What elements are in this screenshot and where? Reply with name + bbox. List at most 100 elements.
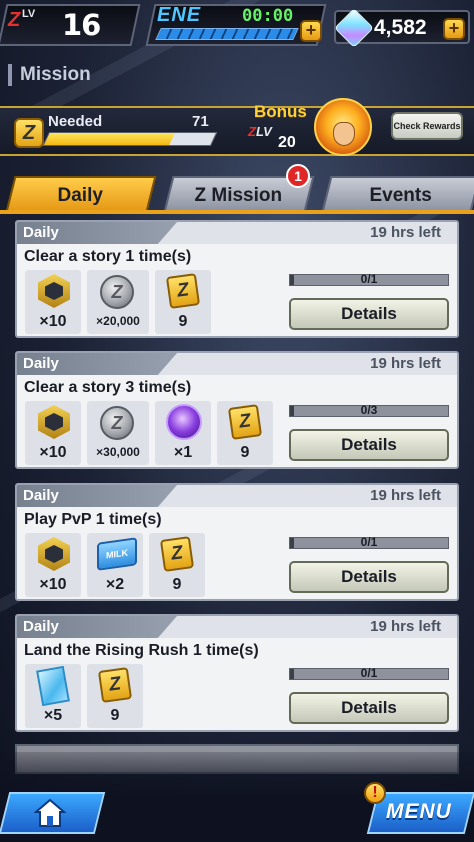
add-energy-button[interactable]: +: [300, 20, 322, 42]
bonus-zlv-label: ZLV: [248, 124, 272, 139]
z-medal-icon: Z: [227, 404, 263, 440]
reward-item[interactable]: Z ×30,000: [87, 401, 149, 465]
mission-card: Daily 19 hrs left Clear a story 3 time(s…: [15, 351, 459, 469]
check-rewards-button[interactable]: Check Rewards: [391, 112, 463, 140]
milk-crate-icon: MILK: [97, 537, 137, 571]
reward-quantity: ×2: [105, 576, 125, 593]
reward-item[interactable]: ×10: [25, 270, 81, 334]
bonus-label: Bonus: [254, 102, 307, 121]
zlv-label: LV: [22, 8, 36, 20]
reward-item[interactable]: ×1: [155, 401, 211, 465]
add-currency-button[interactable]: +: [443, 18, 465, 40]
mission-progress: 0/3: [289, 403, 449, 417]
reward-item[interactable]: ×5: [25, 664, 81, 728]
needed-progress-bar: [42, 132, 218, 146]
character-face: [333, 122, 355, 146]
reward-quantity: 9: [178, 313, 188, 330]
reward-quantity: ×5: [43, 707, 63, 724]
zeni-coin-icon: Z: [100, 275, 134, 309]
ticket-icon: [36, 665, 70, 707]
bonus-character-portrait: [314, 98, 372, 156]
card-header: Daily 19 hrs left: [17, 485, 457, 507]
reward-item[interactable]: Z ×20,000: [87, 270, 149, 334]
tab-label: Daily: [57, 185, 104, 206]
tab-label: Events: [369, 185, 432, 206]
medal-icon: [38, 537, 70, 571]
reward-quantity: ×10: [39, 444, 67, 461]
reward-item[interactable]: Z 9: [155, 270, 211, 334]
mission-card: Daily 19 hrs left Clear a story 1 time(s…: [15, 220, 459, 338]
z-medal-icon: Z: [97, 667, 133, 703]
mission-progress: 0/1: [289, 272, 449, 286]
details-button[interactable]: Details: [289, 561, 449, 593]
mission-category: Daily: [17, 485, 177, 507]
needed-label: Needed: [48, 113, 103, 130]
mission-title: Clear a story 3 time(s): [24, 379, 192, 396]
zlv-z-glyph: Z: [8, 9, 21, 31]
menu-alert-icon: !: [364, 782, 386, 804]
energy-timer: 00:00: [242, 6, 294, 26]
details-button[interactable]: Details: [289, 298, 449, 330]
needed-progress-fill: [44, 133, 175, 145]
reward-quantity: 9: [172, 576, 182, 593]
reward-item[interactable]: MILK ×2: [87, 533, 143, 597]
tab-events[interactable]: Events: [321, 176, 474, 212]
reward-quantity: 9: [240, 444, 250, 461]
progress-bar: 0/1: [289, 666, 449, 680]
details-button[interactable]: Details: [289, 692, 449, 724]
z-medal-icon: Z: [14, 118, 44, 148]
time-left: 19 hrs left: [370, 618, 441, 635]
bonus-level: 20: [278, 134, 296, 151]
mission-progress: 0/1: [289, 666, 449, 680]
needed-value: 71: [192, 113, 209, 130]
details-button[interactable]: Details: [289, 429, 449, 461]
time-left: 19 hrs left: [370, 487, 441, 504]
icon-text: MILK: [106, 547, 128, 561]
z-medal-icon: Z: [165, 273, 201, 309]
menu-label: MENU: [386, 800, 452, 823]
reward-quantity: ×30,000: [96, 445, 140, 459]
reward-list: ×5 Z 9: [25, 664, 143, 728]
card-header: Daily 19 hrs left: [17, 616, 457, 638]
time-left: 19 hrs left: [370, 355, 441, 372]
mission-category: Daily: [17, 353, 177, 375]
energy-label: ENE: [157, 4, 202, 26]
mission-card: Daily 19 hrs left Land the Rising Rush 1…: [15, 614, 459, 732]
card-header: Daily 19 hrs left: [17, 353, 457, 375]
mission-progress: 0/1: [289, 535, 449, 549]
energy-bar: [155, 28, 299, 40]
progress-text: 0/1: [360, 535, 378, 549]
reward-quantity: ×10: [39, 576, 67, 593]
progress-text: 0/1: [360, 272, 378, 286]
bonus-lv-label: LV: [255, 124, 272, 139]
mission-title: Clear a story 1 time(s): [24, 248, 192, 265]
mission-card: Daily 19 hrs left Play PvP 1 time(s) ×10…: [15, 483, 459, 601]
player-level: 16: [62, 8, 101, 42]
time-left: 19 hrs left: [370, 224, 441, 241]
reward-quantity: ×1: [173, 444, 193, 461]
reward-list: ×10 Z ×30,000 ×1 Z 9: [25, 401, 273, 465]
top-status-bar: Z LV 16 ENE 00:00 + 4,582 +: [0, 0, 474, 52]
progress-bar: 0/1: [289, 272, 449, 286]
notification-badge: 1: [286, 164, 310, 188]
currency-amount: 4,582: [374, 16, 427, 39]
tab-label: Z Mission: [194, 185, 283, 206]
reward-item[interactable]: Z 9: [149, 533, 205, 597]
medal-icon: [38, 405, 70, 439]
reward-item[interactable]: ×10: [25, 533, 81, 597]
z-medal-icon: Z: [159, 536, 195, 572]
medal-icon: [38, 274, 70, 308]
reward-quantity: ×10: [39, 313, 67, 330]
mission-title: Land the Rising Rush 1 time(s): [24, 642, 259, 659]
reward-item[interactable]: Z 9: [87, 664, 143, 728]
page-title: Mission: [8, 64, 91, 86]
reward-list: ×10 Z ×20,000 Z 9: [25, 270, 211, 334]
reward-item[interactable]: ×10: [25, 401, 81, 465]
tab-daily[interactable]: Daily: [5, 176, 157, 212]
reward-quantity: 9: [110, 707, 120, 724]
purple-orb-icon: [166, 404, 202, 440]
reward-item[interactable]: Z 9: [217, 401, 273, 465]
progress-bar: 0/3: [289, 403, 449, 417]
mission-title: Play PvP 1 time(s): [24, 511, 162, 528]
bonus-zlv-z-glyph: Z: [248, 124, 256, 139]
